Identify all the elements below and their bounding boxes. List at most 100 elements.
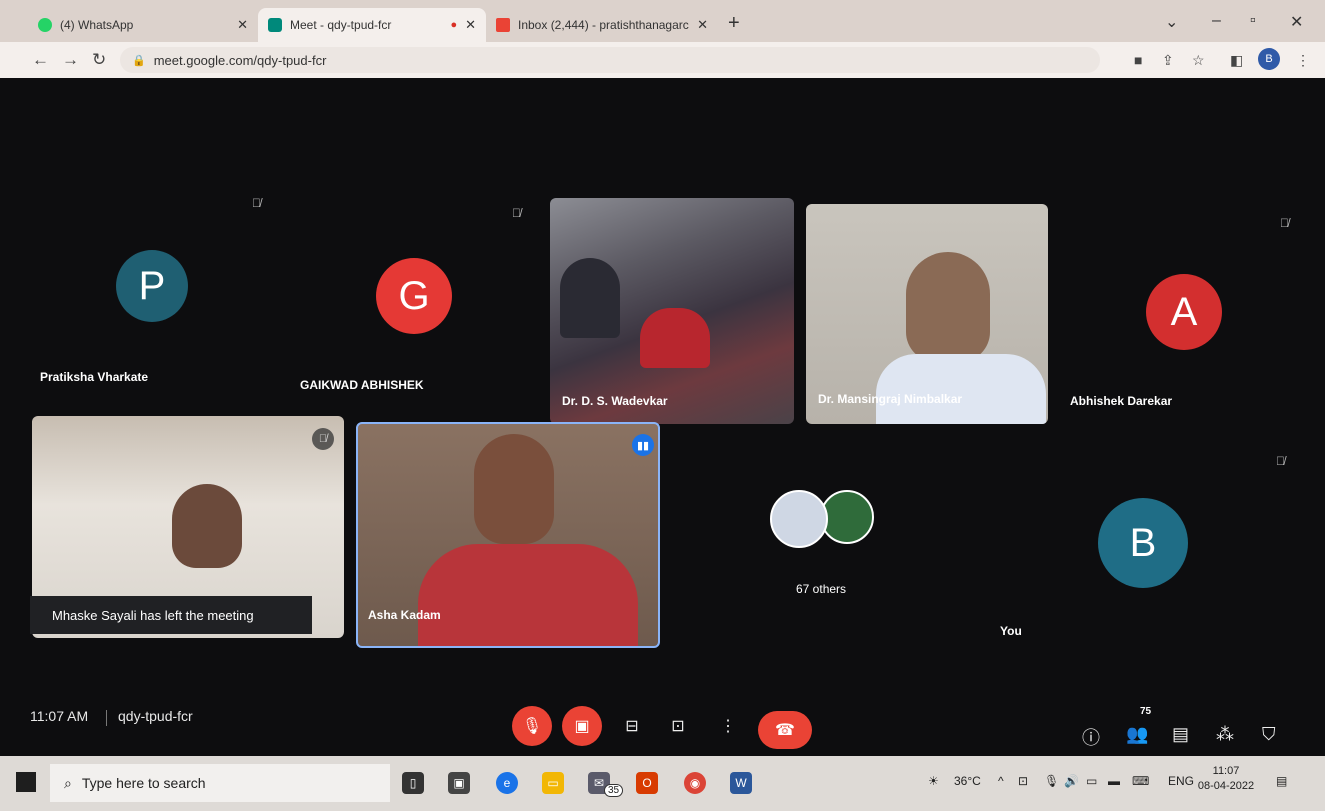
edge-icon[interactable]: e xyxy=(496,772,518,794)
camera-off-icon: ▣ xyxy=(574,718,590,735)
share-icon[interactable]: ⇪ xyxy=(1162,52,1174,69)
avatar: A xyxy=(1146,274,1222,350)
side-panel-icon[interactable]: ◧ xyxy=(1230,52,1243,69)
taskbar-clock[interactable]: 11:07 08-04-2022 xyxy=(1196,764,1256,794)
camera-in-use-icon[interactable]: ■ xyxy=(1134,52,1142,68)
weather-icon[interactable]: ☀ xyxy=(928,774,939,788)
people-count-badge: 75 xyxy=(1140,706,1152,717)
close-tab-icon[interactable]: ✕ xyxy=(465,17,476,33)
tab-title: Meet - qdy-tpud-fcr xyxy=(290,18,392,32)
tab-whatsapp[interactable]: (4) WhatsApp ✕ xyxy=(28,8,258,42)
keyboard-icon[interactable]: ⌨ xyxy=(1132,774,1149,788)
avatar: G xyxy=(376,258,452,334)
host-controls-button[interactable]: ⛉ xyxy=(1262,724,1276,745)
file-explorer-icon[interactable]: ▭ xyxy=(542,772,564,794)
tab-title: (4) WhatsApp xyxy=(60,18,134,32)
tab-search-icon[interactable]: ⌄ xyxy=(1165,12,1178,32)
whatsapp-icon xyxy=(38,18,52,32)
windows-start-icon[interactable] xyxy=(16,772,36,792)
close-tab-icon[interactable]: ✕ xyxy=(697,17,708,33)
taskbar-search[interactable]: ⌕ Type here to search xyxy=(50,764,390,802)
back-icon[interactable]: ← xyxy=(32,50,49,70)
clock-date: 08-04-2022 xyxy=(1197,780,1255,792)
more-vert-icon: ⋮ xyxy=(720,718,736,735)
tab-title: Inbox (2,444) - pratishthanagarc xyxy=(518,18,689,32)
search-icon: ⌕ xyxy=(64,774,72,791)
participant-name: Asha Kadam xyxy=(368,608,441,622)
mic-off-icon: 🎙̸ xyxy=(1280,216,1289,230)
word-icon[interactable]: W xyxy=(730,772,752,794)
participant-name: Abhishek Darekar xyxy=(1070,394,1173,408)
video-tile[interactable]: Dr. D. S. Wadevkar xyxy=(550,198,794,424)
more-options-button[interactable]: ⋮ xyxy=(710,708,746,744)
people-button[interactable]: 👥 xyxy=(1126,724,1148,745)
mic-off-icon: 🎙 xyxy=(521,718,543,735)
mic-off-icon: 🎙̸ xyxy=(512,206,521,220)
present-button[interactable]: ⊡ xyxy=(660,708,696,744)
maximize-button[interactable]: ▫ xyxy=(1250,12,1256,30)
avatar: P xyxy=(116,250,188,322)
notifications-icon[interactable]: ▤ xyxy=(1276,774,1287,788)
meet-icon xyxy=(268,18,282,32)
video-feed xyxy=(640,308,710,368)
new-tab-button[interactable]: + xyxy=(728,12,740,35)
network-icon[interactable]: ▭ xyxy=(1086,774,1097,788)
video-feed xyxy=(172,484,242,568)
volume-icon[interactable]: 🔊 xyxy=(1064,774,1079,788)
address-bar[interactable]: 🔒 meet.google.com/qdy-tpud-fcr xyxy=(120,47,1100,73)
camera-toggle-button[interactable]: ▣ xyxy=(562,706,602,746)
self-avatar: B xyxy=(1098,498,1188,588)
video-feed xyxy=(876,354,1046,424)
info-icon: ⓘ xyxy=(1082,728,1100,748)
meeting-details-button[interactable]: ⓘ xyxy=(1082,724,1100,750)
office-icon[interactable]: O xyxy=(636,772,658,794)
show-hidden-icons[interactable]: ^ xyxy=(998,774,1004,788)
video-tile[interactable]: ▮▮ Asha Kadam xyxy=(356,422,660,648)
windows-taskbar: ⌕ Type here to search ▯ ▣ e ▭ ✉ 35 O ◉ W… xyxy=(0,756,1325,811)
profile-avatar[interactable]: B xyxy=(1258,48,1280,70)
captions-button[interactable]: ⊟ xyxy=(614,708,650,744)
recording-icon: ● xyxy=(450,19,458,31)
mic-off-icon: 🎙̸ xyxy=(252,196,261,210)
activities-icon: ⁂ xyxy=(1216,724,1234,744)
chrome-icon[interactable]: ◉ xyxy=(684,772,706,794)
minimize-button[interactable]: – xyxy=(1212,12,1221,30)
divider xyxy=(106,710,107,726)
phone-hangup-icon: ☎ xyxy=(775,722,795,739)
video-tile[interactable]: Dr. Mansingraj Nimbalkar xyxy=(806,204,1048,424)
participant-name: Pratiksha Vharkate xyxy=(40,370,149,384)
video-feed xyxy=(560,258,620,338)
leave-call-button[interactable]: ☎ xyxy=(758,711,812,749)
lock-icon[interactable]: 🔒 xyxy=(132,54,146,67)
meeting-time: 11:07 AM xyxy=(30,708,89,724)
forward-icon[interactable]: → xyxy=(62,50,79,70)
speaking-indicator-icon: ▮▮ xyxy=(632,434,654,456)
close-window-button[interactable]: ✕ xyxy=(1290,12,1303,32)
tab-gmail[interactable]: Inbox (2,444) - pratishthanagarc ✕ xyxy=(486,8,718,42)
participant-left-notice: Mhaske Sayali has left the meeting xyxy=(30,596,312,634)
close-tab-icon[interactable]: ✕ xyxy=(237,17,248,33)
tab-meet[interactable]: Meet - qdy-tpud-fcr ● ✕ xyxy=(258,8,486,42)
menu-icon[interactable]: ⋮ xyxy=(1296,52,1310,69)
chat-button[interactable]: ▤ xyxy=(1172,724,1189,745)
task-view-icon[interactable]: ▯ xyxy=(402,772,424,794)
meet-stage: 🎙̸ P Pratiksha Vharkate 🎙̸ G GAIKWAD ABH… xyxy=(0,78,1325,756)
activities-button[interactable]: ⁂ xyxy=(1216,724,1234,745)
gmail-icon xyxy=(496,18,510,32)
microphone-toggle-button[interactable]: 🎙 xyxy=(512,706,552,746)
store-icon[interactable]: ▣ xyxy=(448,772,470,794)
reload-icon[interactable]: ↻ xyxy=(92,50,106,70)
language-indicator[interactable]: ENG xyxy=(1168,774,1194,788)
battery-icon[interactable]: ▬ xyxy=(1108,774,1120,788)
video-feed xyxy=(474,434,554,544)
meet-tray-icon[interactable]: ⊡ xyxy=(1018,774,1028,788)
participant-name: GAIKWAD ABHISHEK xyxy=(300,378,424,392)
bookmark-star-icon[interactable]: ☆ xyxy=(1192,52,1205,69)
browser-tab-strip: (4) WhatsApp ✕ Meet - qdy-tpud-fcr ● ✕ I… xyxy=(0,0,1325,42)
others-label[interactable]: 67 others xyxy=(796,582,846,596)
microphone-icon[interactable]: 🎙 xyxy=(1044,774,1059,788)
present-screen-icon: ⊡ xyxy=(671,718,685,735)
url-text: meet.google.com/qdy-tpud-fcr xyxy=(153,52,327,68)
participant-name: Dr. Mansingraj Nimbalkar xyxy=(818,392,963,406)
weather-temp[interactable]: 36°C xyxy=(954,774,981,788)
